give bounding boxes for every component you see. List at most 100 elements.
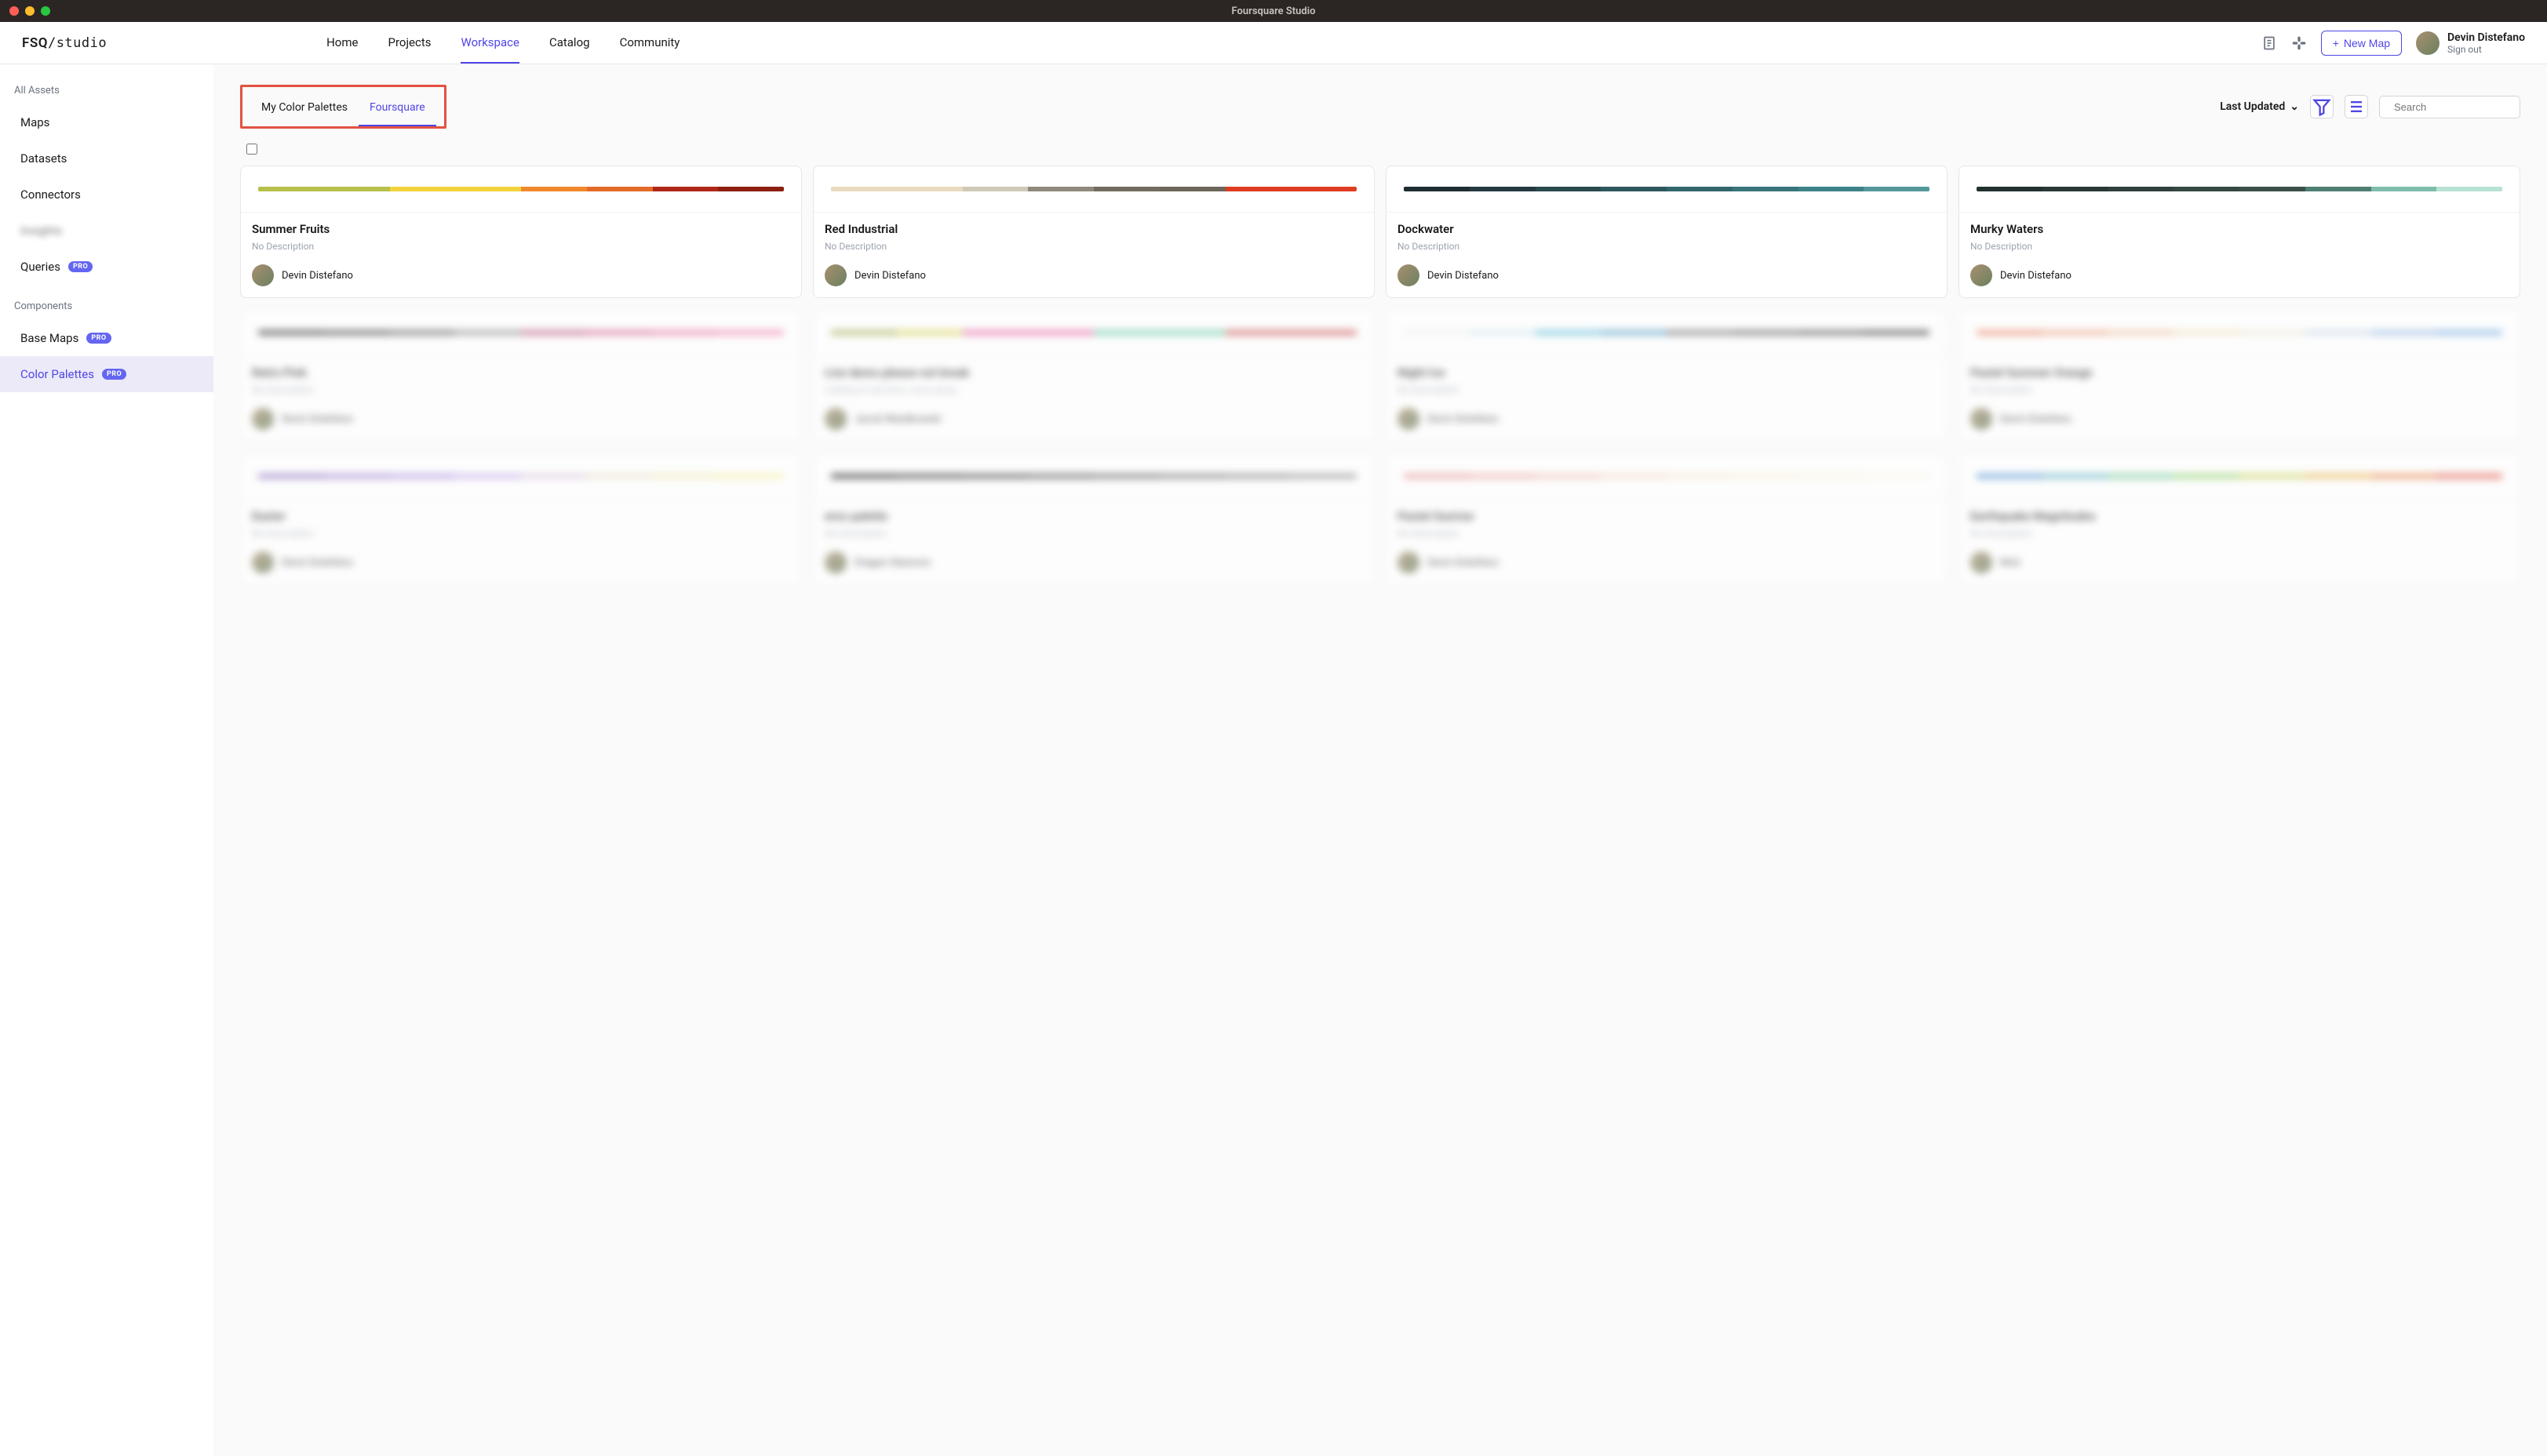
palette-card[interactable]: Night IceNo DescriptionDevin Distefano	[1386, 309, 1948, 442]
tab-foursquare[interactable]: Foursquare	[359, 93, 436, 126]
select-all-checkbox[interactable]	[246, 144, 257, 155]
list-icon	[2345, 96, 2367, 118]
author-name: Devin Distefano	[854, 270, 926, 282]
app-header: FSQ/studio Home Projects Workspace Catal…	[0, 22, 2547, 64]
author-name: Jacob Wasilkowski	[854, 413, 942, 425]
minimize-icon[interactable]	[25, 6, 35, 16]
sort-label: Last Updated	[2220, 100, 2285, 113]
avatar	[2416, 31, 2440, 55]
palette-description: No Description	[252, 241, 790, 252]
palette-description: No Description	[825, 241, 1363, 252]
window-titlebar: Foursquare Studio	[0, 0, 2547, 22]
palette-description: No Description	[1397, 528, 1936, 539]
palette-card[interactable]: Murky WatersNo DescriptionDevin Distefan…	[1959, 166, 2520, 298]
filter-button[interactable]	[2310, 95, 2334, 118]
palette-description: No Description	[1397, 241, 1936, 252]
user-menu[interactable]: Devin Distefano Sign out	[2416, 31, 2525, 55]
author-avatar	[1397, 408, 1419, 430]
main-nav: Home Projects Workspace Catalog Communit…	[326, 23, 680, 64]
palette-title: Easter	[252, 509, 790, 523]
palette-title: Red Industrial	[825, 222, 1363, 236]
palette-card[interactable]: Easter No Description Devin Distefano	[240, 453, 802, 585]
palette-card[interactable]: Summer FruitsNo DescriptionDevin Distefa…	[240, 166, 802, 298]
nav-community[interactable]: Community	[620, 23, 680, 64]
sidebar-heading-assets: All Assets	[0, 80, 213, 104]
palette-description: No Description	[1970, 241, 2509, 252]
sidebar: All Assets Maps Datasets Connectors Insi…	[0, 64, 213, 1456]
sign-out-link[interactable]: Sign out	[2447, 44, 2525, 55]
palette-description: No Description	[252, 384, 790, 395]
palette-swatch	[1404, 187, 1929, 191]
pro-badge: PRO	[86, 333, 111, 344]
window-title: Foursquare Studio	[1232, 5, 1316, 17]
sidebar-item-connectors[interactable]: Connectors	[0, 177, 213, 213]
palette-card[interactable]: Live demo please not breaknothing to see…	[813, 309, 1375, 442]
author-name: Devin Distefano	[282, 557, 353, 569]
nav-catalog[interactable]: Catalog	[549, 23, 590, 64]
view-toggle-button[interactable]	[2345, 95, 2368, 118]
notebook-icon[interactable]	[2261, 35, 2277, 51]
palette-swatch	[258, 330, 784, 335]
logo-prefix: FSQ	[22, 35, 48, 51]
plus-icon: +	[2333, 37, 2339, 49]
author-avatar	[825, 551, 847, 573]
nav-workspace[interactable]: Workspace	[461, 23, 519, 64]
author-name: Devin Distefano	[2000, 270, 2071, 282]
palette-description: No Description	[1970, 528, 2509, 539]
sidebar-item-base-maps[interactable]: Base Maps PRO	[0, 320, 213, 356]
palette-card[interactable]: ernc paletteNo DescriptionDragan Okanovi…	[813, 453, 1375, 585]
tab-my-palettes[interactable]: My Color Palettes	[250, 93, 359, 126]
sidebar-item-insights[interactable]: Insights	[0, 213, 213, 249]
palette-title: Pastel Sunrise	[1397, 509, 1936, 523]
palette-card[interactable]: DockwaterNo DescriptionDevin Distefano	[1386, 166, 1948, 298]
nav-home[interactable]: Home	[326, 23, 358, 64]
author-avatar	[1397, 551, 1419, 573]
sidebar-item-label: Color Palettes	[20, 367, 94, 381]
author-avatar	[1970, 408, 1992, 430]
palette-description: No Description	[1970, 384, 2509, 395]
palette-description: No Description	[252, 528, 790, 539]
sidebar-item-maps[interactable]: Maps	[0, 104, 213, 140]
palette-title: Pastel Summer Orange	[1970, 366, 2509, 380]
sidebar-item-datasets[interactable]: Datasets	[0, 140, 213, 177]
new-map-button[interactable]: + New Map	[2321, 31, 2402, 56]
author-avatar	[252, 408, 274, 430]
author-name: Devin Distefano	[282, 413, 353, 425]
author-avatar	[1970, 264, 1992, 286]
sidebar-item-label: Queries	[20, 260, 60, 274]
close-icon[interactable]	[9, 6, 19, 16]
traffic-lights	[9, 6, 50, 16]
toolbar: My Color Palettes Foursquare Last Update…	[240, 85, 2520, 129]
tabs-highlight: My Color Palettes Foursquare	[240, 85, 446, 129]
palette-swatch	[258, 187, 784, 191]
palette-title: Live demo please not break	[825, 366, 1363, 380]
palette-card[interactable]: Pastel Sunrise No Description Devin Distef…	[1386, 453, 1948, 585]
author-name: Devin Distefano	[1427, 270, 1499, 282]
slack-icon[interactable]	[2291, 35, 2307, 51]
palette-card[interactable]: Retro PinkNo DescriptionDevin Distefano	[240, 309, 802, 442]
palette-card[interactable]: Red Industrial No Description Devin Distef…	[813, 166, 1375, 298]
palette-swatch	[258, 474, 784, 479]
maximize-icon[interactable]	[41, 6, 50, 16]
palette-card[interactable]: Pastel Summer OrangeNo DescriptionDevin …	[1959, 309, 2520, 442]
sidebar-item-queries[interactable]: Queries PRO	[0, 249, 213, 285]
sidebar-item-color-palettes[interactable]: Color Palettes PRO	[0, 356, 213, 392]
nav-projects[interactable]: Projects	[388, 23, 431, 64]
palette-grid: Summer FruitsNo DescriptionDevin Distefa…	[240, 166, 2520, 585]
search-input[interactable]	[2394, 101, 2532, 113]
palette-swatch	[831, 474, 1357, 479]
palette-tabs: My Color Palettes Foursquare	[250, 93, 436, 126]
author-name: Devin Distefano	[1427, 413, 1499, 425]
select-all[interactable]	[246, 143, 2514, 158]
author-name: Dragan Okanovic	[854, 557, 931, 569]
palette-card[interactable]: Earthquake MagnitudesNo DescriptionNick	[1959, 453, 2520, 585]
logo-suffix: /studio	[48, 35, 107, 51]
author-avatar	[252, 551, 274, 573]
logo[interactable]: FSQ/studio	[22, 35, 107, 51]
palette-swatch	[831, 187, 1357, 191]
author-avatar	[1397, 264, 1419, 286]
sort-dropdown[interactable]: Last Updated ⌄	[2220, 100, 2299, 113]
author-name: Devin Distefano	[1427, 557, 1499, 569]
palette-description: No Description	[1397, 384, 1936, 395]
search-box[interactable]	[2379, 96, 2520, 118]
